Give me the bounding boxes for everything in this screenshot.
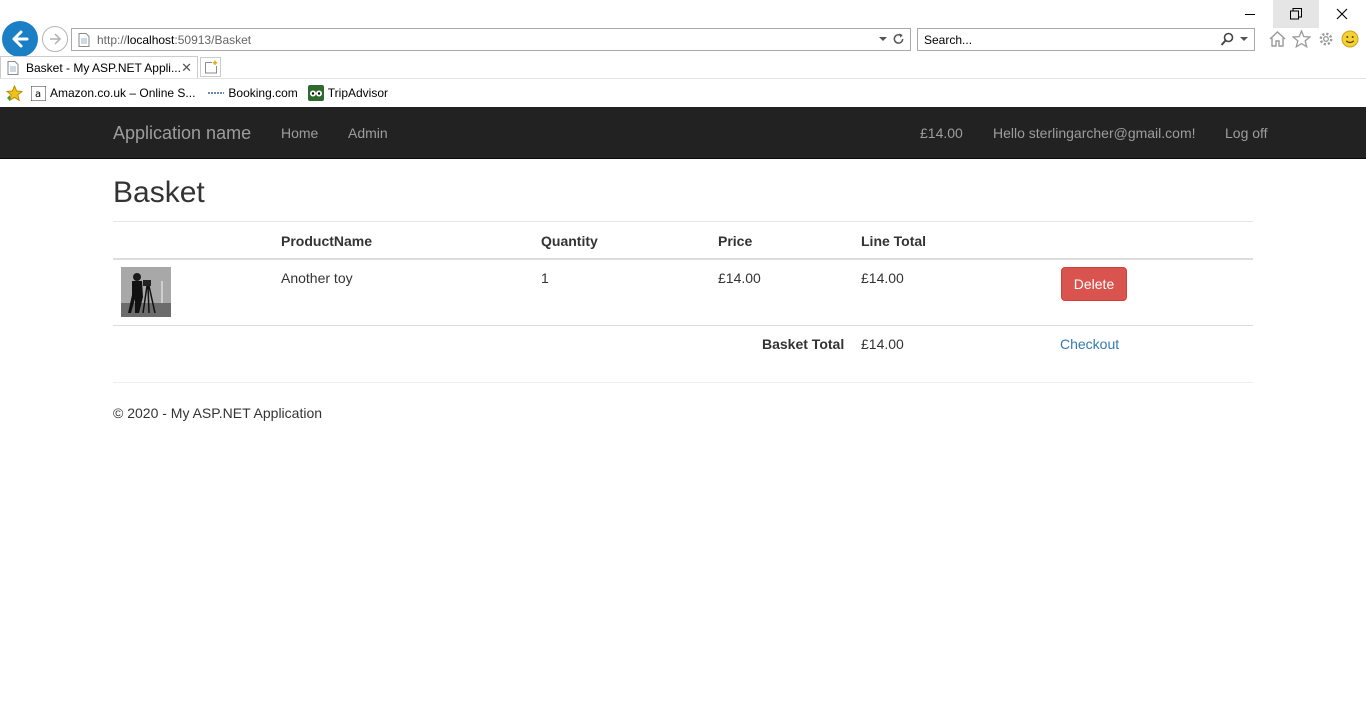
delete-button[interactable]: Delete (1061, 267, 1127, 301)
col-header-line-total: Line Total (861, 233, 927, 249)
home-icon[interactable] (1267, 29, 1287, 49)
url-prefix: http:// (97, 32, 128, 47)
minimize-icon (1245, 14, 1255, 15)
restore-button[interactable] (1273, 0, 1319, 28)
favorite-booking[interactable]: Booking.com (208, 85, 298, 101)
tab-basket[interactable]: Basket - My ASP.NET Appli... ✕ (0, 56, 198, 78)
brand-link[interactable]: Application name (113, 123, 251, 144)
page-icon (78, 32, 90, 47)
nav-basket-total[interactable]: £14.00 (920, 125, 963, 141)
favorite-tripadvisor-label: TripAdvisor (327, 86, 389, 100)
url-text: http://localhost:50913/Basket (97, 33, 251, 47)
search-dropdown-icon[interactable] (1239, 33, 1249, 45)
tripadvisor-icon (307, 85, 324, 101)
svg-text:a: a (35, 89, 41, 100)
gear-icon[interactable] (1316, 29, 1336, 49)
address-bar[interactable]: http://localhost:50913/Basket (71, 28, 911, 51)
tab-strip: Basket - My ASP.NET Appli... ✕ (0, 56, 1366, 78)
footer-copyright: © 2020 - My ASP.NET Application (113, 405, 323, 421)
checkout-link[interactable]: Checkout (1060, 336, 1119, 352)
favorites-add-icon[interactable] (6, 84, 23, 102)
favorite-booking-label: Booking.com (228, 86, 298, 100)
cell-product-name: Another toy (281, 270, 353, 286)
col-header-price: Price (718, 233, 753, 249)
amazon-icon: a (30, 85, 46, 101)
tab-close-icon[interactable]: ✕ (181, 60, 192, 76)
forward-button[interactable] (42, 26, 68, 52)
search-box[interactable] (917, 28, 1255, 51)
nav-user-greeting[interactable]: Hello sterlingarcher@gmail.com! (993, 125, 1196, 141)
basket-total-value: £14.00 (861, 336, 904, 352)
table-header-divider (113, 258, 1253, 260)
close-icon (1336, 8, 1348, 20)
cell-price: £14.00 (718, 270, 761, 286)
minimize-button[interactable] (1227, 0, 1273, 28)
close-window-button[interactable] (1319, 0, 1365, 28)
cell-quantity: 1 (541, 270, 549, 286)
arrow-right-icon (50, 33, 62, 45)
page-icon (7, 60, 19, 75)
basket-total-label: Basket Total (762, 336, 845, 352)
nav-logoff[interactable]: Log off (1225, 125, 1268, 141)
browser-toolbar: http://localhost:50913/Basket (0, 0, 1366, 57)
col-header-quantity: Quantity (541, 233, 598, 249)
favorite-amazon[interactable]: a Amazon.co.uk – Online S... (30, 85, 195, 101)
nav-admin[interactable]: Admin (348, 125, 388, 141)
booking-icon (208, 85, 225, 101)
smiley-icon[interactable] (1340, 29, 1360, 49)
site-navbar: Application name Home Admin £14.00 Hello… (0, 107, 1366, 159)
table-row-divider (113, 325, 1253, 326)
product-thumbnail (121, 267, 171, 317)
url-host: localhost (127, 32, 175, 47)
search-input[interactable] (924, 32, 1214, 47)
new-tab-button[interactable] (200, 57, 221, 77)
new-tab-icon (204, 60, 217, 74)
cell-line-total: £14.00 (861, 270, 904, 286)
page-title: Basket (113, 176, 205, 209)
address-dropdown-icon[interactable] (878, 33, 888, 45)
favorite-tripadvisor[interactable]: TripAdvisor (307, 85, 389, 101)
url-path: :50913/Basket (174, 32, 252, 47)
col-header-productname: ProductName (281, 233, 373, 249)
search-icon[interactable] (1220, 32, 1234, 47)
title-divider (113, 221, 1253, 222)
arrow-left-icon (12, 30, 29, 48)
favorite-amazon-label: Amazon.co.uk – Online S... (50, 86, 196, 100)
tab-title: Basket - My ASP.NET Appli... (26, 60, 181, 75)
nav-home[interactable]: Home (281, 125, 318, 141)
restore-icon (1290, 8, 1302, 20)
footer-divider (113, 382, 1253, 383)
back-button[interactable] (2, 21, 38, 57)
favorites-star-icon[interactable] (1291, 29, 1311, 49)
refresh-icon[interactable] (892, 32, 905, 46)
favorites-bar: a Amazon.co.uk – Online S... Booking.com… (0, 78, 1366, 107)
